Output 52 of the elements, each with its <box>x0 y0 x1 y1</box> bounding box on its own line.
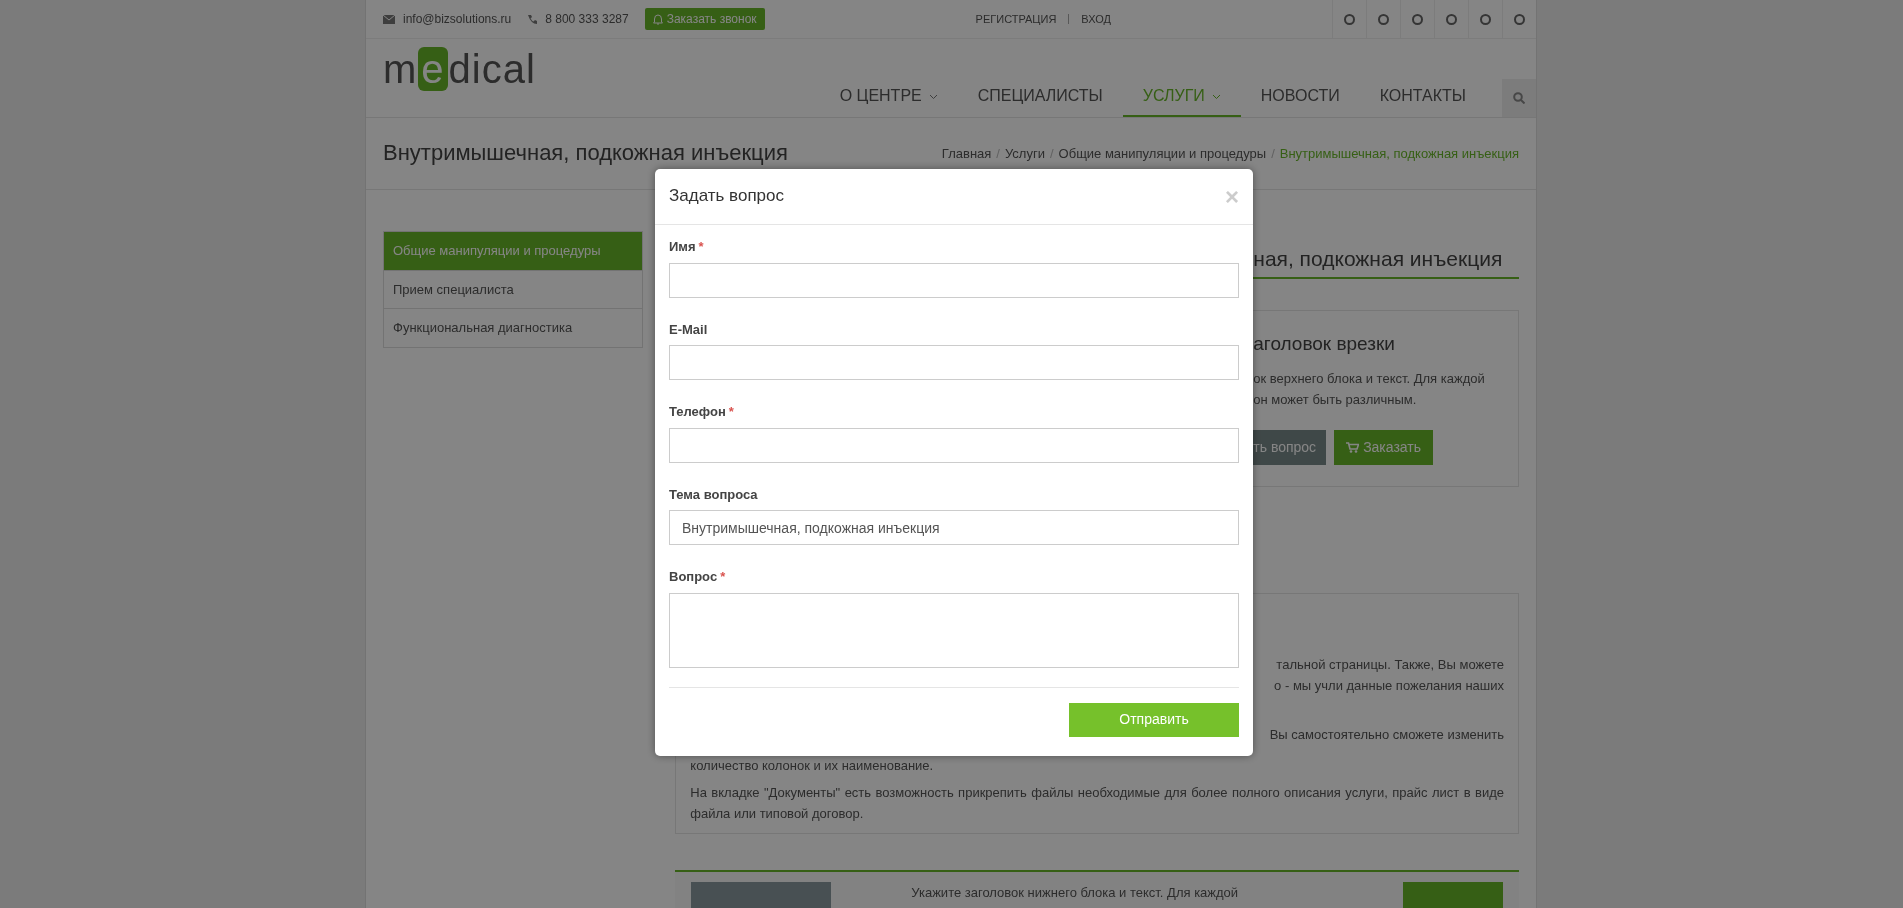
phone-icon <box>527 14 538 24</box>
breadcrumb-separator: / <box>1049 144 1054 163</box>
nav-link[interactable]: КОНТАКТЫ <box>1359 77 1486 117</box>
input-field[interactable] <box>669 262 1239 298</box>
description-text: Вы самостоятельно сможете изменить <box>1268 726 1504 744</box>
description-text: На вкладке "Документы" есть возможность прикрепить файлы необходимые для более полного описания услуги, прайс лист в виде файла или типовой договор. <box>690 784 1504 823</box>
question-field[interactable] <box>669 592 1239 668</box>
breadcrumb-link[interactable]: Услуги <box>1004 143 1045 164</box>
field-label: Вопрос <box>669 569 718 584</box>
breadcrumb-link[interactable]: Общие манипуляции и процедуры <box>1058 143 1267 164</box>
description-text: количество колонок и их наименование. <box>690 757 935 775</box>
bell-icon <box>652 13 663 25</box>
logo[interactable]: m edical <box>383 49 536 117</box>
field-label: E-Mail <box>669 321 708 337</box>
required-mark: * <box>698 239 704 254</box>
nav-link[interactable]: О ЦЕНТРЕ <box>819 77 958 117</box>
breadcrumb-link[interactable]: Главная <box>941 143 992 164</box>
breadcrumb-link[interactable]: Внутримышечная, подкожная инъекция <box>1279 143 1519 164</box>
search-button[interactable] <box>1502 79 1536 117</box>
input-field[interactable]: Внутримышечная, подкожная инъекция <box>669 510 1239 545</box>
section-heading: ная, подкожная инъекция <box>1253 248 1503 269</box>
inset-text: он может быть различным. <box>1253 390 1418 409</box>
auth-link[interactable]: РЕГИСТРАЦИЯ <box>975 10 1057 28</box>
input-field[interactable] <box>669 345 1239 380</box>
cart-icon <box>1346 441 1360 453</box>
field-label: Тема вопроса <box>669 486 758 502</box>
auth-link[interactable]: ВХОД <box>1068 14 1111 24</box>
sidebar-item[interactable]: Общие манипуляции и процедуры <box>384 232 643 271</box>
envelope-icon <box>383 14 395 24</box>
nav-link[interactable]: СПЕЦИАЛИСТЫ <box>957 77 1123 117</box>
callback-button[interactable]: Заказать звонок <box>644 8 765 30</box>
nav-link[interactable]: УСЛУГИ <box>1122 77 1241 117</box>
required-mark: * <box>720 569 726 584</box>
field-label: Имя <box>669 239 696 254</box>
breadcrumb-separator: / <box>996 144 1000 163</box>
input-field[interactable] <box>669 427 1239 463</box>
page-title: Внутримышечная, подкожная инъекция <box>383 140 788 167</box>
order-button[interactable]: Заказать <box>1334 429 1434 465</box>
nav-link[interactable]: НОВОСТИ <box>1240 77 1360 117</box>
field-label: Телефон <box>669 404 726 419</box>
phone-text: 8 800 333 3287 <box>545 11 629 28</box>
description-text: тальной страницы. Также, Вы можете <box>1275 656 1504 674</box>
description-text: о - мы учли данные пожелания наших <box>1273 677 1504 695</box>
search-icon <box>1513 92 1525 104</box>
email-text: info@bizsolutions.ru <box>403 11 512 28</box>
inset-text: ок верхнего блока и текст. Для каждой <box>1253 369 1486 388</box>
modal-title: Задать вопрос <box>669 186 784 207</box>
inset-title: аголовок врезки <box>1253 333 1396 356</box>
bottom-text: Укажите заголовок нижнего блока и текст. Для каждой <box>911 884 1239 902</box>
required-mark: * <box>728 404 734 419</box>
breadcrumb-separator: / <box>1271 144 1275 163</box>
submit-button[interactable]: Отправить <box>1069 702 1239 737</box>
